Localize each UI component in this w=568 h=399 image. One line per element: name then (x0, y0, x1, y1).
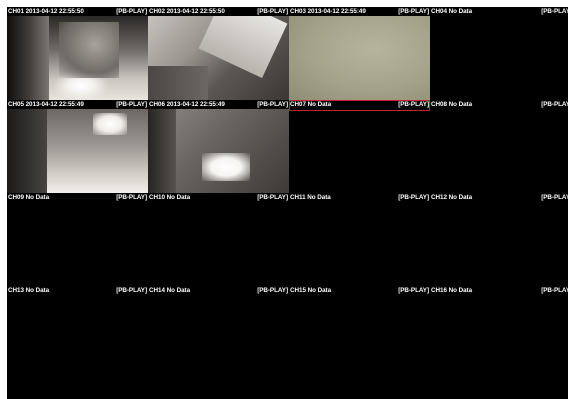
channel-label: CH16 No Data (431, 287, 473, 294)
empty-feed (148, 295, 289, 379)
channel-label: CH02 2013-04-12 22:55:50 (149, 8, 225, 15)
channel-header: CH03 2013-04-12 22:55:49 [PB-PLAY] (289, 7, 430, 16)
empty-feed (430, 202, 568, 286)
channel-header: CH02 2013-04-12 22:55:50 [PB-PLAY] (148, 7, 289, 16)
channel-label: CH14 No Data (149, 287, 191, 294)
empty-feed (148, 202, 289, 286)
playback-status: [PB-PLAY] (257, 287, 288, 294)
channel-label: CH07 No Data (290, 101, 332, 108)
channel-header: CH04 No Data [PB-PLAY (430, 7, 568, 16)
channel-header: CH09 No Data [PB-PLAY] (7, 193, 148, 202)
camera-feed (148, 16, 289, 100)
channel-label: CH10 No Data (149, 194, 191, 201)
playback-status: [PB-PLAY] (116, 287, 147, 294)
channel-label: CH03 2013-04-12 22:55:49 (290, 8, 366, 15)
channel-header: CH07 No Data [PB-PLAY] (289, 100, 430, 109)
channel-header: CH12 No Data [PB-PLAY (430, 193, 568, 202)
channel-label: CH09 No Data (8, 194, 50, 201)
empty-feed (7, 202, 148, 286)
channel-tile-ch06[interactable]: CH06 2013-04-12 22:55:49 [PB-PLAY] (148, 100, 289, 193)
channel-tile-ch12[interactable]: CH12 No Data [PB-PLAY (430, 193, 568, 286)
camera-feed (7, 109, 148, 193)
channel-tile-ch08[interactable]: CH08 No Data [PB-PLAY (430, 100, 568, 193)
channel-label: CH06 2013-04-12 22:55:49 (149, 101, 225, 108)
channel-tile-ch04[interactable]: CH04 No Data [PB-PLAY (430, 7, 568, 100)
playback-status: [PB-PLAY (541, 194, 568, 201)
channel-header: CH16 No Data [PB-PLAY (430, 286, 568, 295)
channel-label: CH08 No Data (431, 101, 473, 108)
channel-label: CH04 No Data (431, 8, 473, 15)
empty-feed (430, 295, 568, 379)
channel-tile-ch15[interactable]: CH15 No Data [PB-PLAY] (289, 286, 430, 379)
empty-feed (289, 295, 430, 379)
playback-status: [PB-PLAY] (398, 101, 429, 108)
playback-status: [PB-PLAY] (398, 194, 429, 201)
channel-header: CH15 No Data [PB-PLAY] (289, 286, 430, 295)
playback-status: [PB-PLAY] (116, 194, 147, 201)
playback-status: [PB-PLAY] (257, 8, 288, 15)
channel-header: CH10 No Data [PB-PLAY] (148, 193, 289, 202)
playback-status: [PB-PLAY] (116, 8, 147, 15)
channel-label: CH05 2013-04-12 22:55:49 (8, 101, 84, 108)
playback-status: [PB-PLAY] (257, 101, 288, 108)
channel-tile-ch16[interactable]: CH16 No Data [PB-PLAY (430, 286, 568, 379)
channel-header: CH08 No Data [PB-PLAY (430, 100, 568, 109)
empty-feed (7, 295, 148, 379)
channel-header: CH01 2013-04-12 22:55:50 [PB-PLAY] (7, 7, 148, 16)
channel-header: CH06 2013-04-12 22:55:49 [PB-PLAY] (148, 100, 289, 109)
channel-label: CH15 No Data (290, 287, 332, 294)
channel-tile-ch07[interactable]: CH07 No Data [PB-PLAY] (289, 100, 430, 193)
channel-header: CH05 2013-04-12 22:55:49 [PB-PLAY] (7, 100, 148, 109)
channel-header: CH13 No Data [PB-PLAY] (7, 286, 148, 295)
channel-tile-ch05[interactable]: CH05 2013-04-12 22:55:49 [PB-PLAY] (7, 100, 148, 193)
playback-status: [PB-PLAY] (398, 287, 429, 294)
playback-status: [PB-PLAY (541, 101, 568, 108)
playback-status: [PB-PLAY] (257, 194, 288, 201)
channel-label: CH01 2013-04-12 22:55:50 (8, 8, 84, 15)
channel-tile-ch13[interactable]: CH13 No Data [PB-PLAY] (7, 286, 148, 379)
channel-label: CH11 No Data (290, 194, 331, 201)
playback-status: [PB-PLAY] (116, 101, 147, 108)
channel-label: CH12 No Data (431, 194, 473, 201)
empty-feed (430, 109, 568, 193)
camera-feed (289, 16, 430, 100)
channel-tile-ch01[interactable]: CH01 2013-04-12 22:55:50 [PB-PLAY] (7, 7, 148, 100)
channel-tile-ch14[interactable]: CH14 No Data [PB-PLAY] (148, 286, 289, 379)
channel-header: CH14 No Data [PB-PLAY] (148, 286, 289, 295)
empty-feed (430, 16, 568, 100)
channel-tile-ch09[interactable]: CH09 No Data [PB-PLAY] (7, 193, 148, 286)
channel-header: CH11 No Data [PB-PLAY] (289, 193, 430, 202)
empty-feed (289, 109, 430, 193)
channel-tile-ch11[interactable]: CH11 No Data [PB-PLAY] (289, 193, 430, 286)
channel-tile-ch03[interactable]: CH03 2013-04-12 22:55:49 [PB-PLAY] (289, 7, 430, 100)
playback-status: [PB-PLAY] (398, 8, 429, 15)
camera-feed (7, 16, 148, 100)
playback-status: [PB-PLAY (541, 8, 568, 15)
channel-label: CH13 No Data (8, 287, 50, 294)
camera-feed (148, 109, 289, 193)
camera-grid: CH01 2013-04-12 22:55:50 [PB-PLAY] CH02 … (7, 7, 568, 399)
channel-tile-ch02[interactable]: CH02 2013-04-12 22:55:50 [PB-PLAY] (148, 7, 289, 100)
playback-status: [PB-PLAY (541, 287, 568, 294)
empty-feed (289, 202, 430, 286)
channel-tile-ch10[interactable]: CH10 No Data [PB-PLAY] (148, 193, 289, 286)
